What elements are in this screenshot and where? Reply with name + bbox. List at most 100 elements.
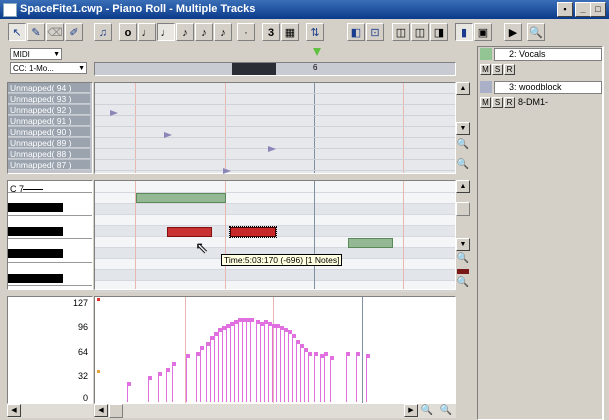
- solo-button[interactable]: S: [492, 97, 503, 108]
- minimize-button[interactable]: _: [575, 2, 591, 17]
- velocity-bar[interactable]: [222, 326, 223, 402]
- midi-note[interactable]: [167, 227, 212, 237]
- velocity-bar[interactable]: [256, 320, 257, 402]
- velocity-bar[interactable]: [346, 352, 347, 402]
- now-marker-icon[interactable]: [313, 48, 321, 56]
- left-hscrollbar[interactable]: ◀: [7, 404, 93, 418]
- solo-button[interactable]: S: [492, 64, 503, 75]
- hscrollbar[interactable]: ◀ ▶ 🔍 🔍: [94, 404, 456, 418]
- velocity-bar[interactable]: [196, 352, 197, 402]
- velocity-bar[interactable]: [250, 318, 251, 402]
- view-pane2-icon[interactable]: ◫: [411, 23, 429, 41]
- zoom-in-icon[interactable]: 🔍: [456, 158, 470, 172]
- velocity-bar[interactable]: [272, 324, 273, 402]
- velocity-bar[interactable]: [324, 352, 325, 402]
- velocity-bar[interactable]: [166, 368, 167, 402]
- velocity-bar[interactable]: [264, 320, 265, 402]
- velocity-bar[interactable]: [304, 348, 305, 402]
- select-tool-icon[interactable]: ↖: [8, 23, 26, 41]
- scroll-thumb[interactable]: [456, 202, 470, 216]
- scroll-up-icon[interactable]: ⊡: [366, 23, 384, 41]
- velocity-bar[interactable]: [284, 328, 285, 402]
- drum-hit[interactable]: [110, 110, 118, 116]
- draw-tool-icon[interactable]: ✎: [27, 23, 45, 41]
- audio-scrub-icon[interactable]: ♫: [94, 23, 112, 41]
- duration-sixteenth-button[interactable]: ♪: [195, 23, 213, 41]
- black-key[interactable]: [8, 203, 63, 212]
- velocity-bar[interactable]: [200, 346, 201, 402]
- zoom-icon[interactable]: 🔍: [527, 23, 545, 41]
- record-arm-button[interactable]: R: [504, 97, 515, 108]
- track-name-field[interactable]: 2: Vocals: [494, 48, 602, 61]
- velocity-bar[interactable]: [308, 352, 309, 402]
- black-key[interactable]: [8, 227, 63, 236]
- velocity-bar[interactable]: [300, 344, 301, 402]
- velocity-bar[interactable]: [296, 340, 297, 402]
- zoom-out-icon[interactable]: 🔍: [456, 252, 470, 266]
- velocity-bar[interactable]: [242, 318, 243, 402]
- black-key[interactable]: [8, 274, 63, 283]
- mute-button[interactable]: M: [480, 97, 491, 108]
- drum-scrollbar[interactable]: ▲ ▼ 🔍 🔍: [456, 82, 471, 174]
- velocity-bar[interactable]: [246, 318, 247, 402]
- record-arm-button[interactable]: R: [504, 64, 515, 75]
- velocity-bar[interactable]: [366, 354, 367, 402]
- snap-grid-icon[interactable]: ▦: [281, 23, 299, 41]
- track-sort-icon[interactable]: ⇅: [306, 23, 324, 41]
- zoom-slider[interactable]: [457, 269, 469, 274]
- zoom-in-icon[interactable]: 🔍: [456, 276, 470, 290]
- scroll-left-button[interactable]: ◀: [94, 404, 108, 417]
- view-pane1-icon[interactable]: ◫: [392, 23, 410, 41]
- velocity-bar[interactable]: [292, 334, 293, 402]
- hzoom-in-icon[interactable]: 🔍: [439, 404, 453, 418]
- scroll-up-button[interactable]: ▲: [456, 180, 470, 193]
- velocity-bar[interactable]: [288, 330, 289, 402]
- velocity-bar[interactable]: [268, 322, 269, 402]
- velocity-bar[interactable]: [356, 352, 357, 402]
- scroll-left-icon[interactable]: ◧: [347, 23, 365, 41]
- zoom-out-icon[interactable]: 🔍: [456, 138, 470, 152]
- velocity-bar[interactable]: [230, 322, 231, 402]
- drum-lane-label[interactable]: Unmapped( 87 ): [8, 160, 90, 170]
- track-color-swatch[interactable]: [480, 48, 492, 60]
- velocity-bar[interactable]: [186, 354, 187, 402]
- hzoom-out-icon[interactable]: 🔍: [420, 404, 434, 418]
- drum-lane-label[interactable]: Unmapped( 90 ): [8, 127, 90, 137]
- track-pane-icon[interactable]: ▮: [455, 23, 473, 41]
- midi-note-selected[interactable]: [229, 226, 277, 238]
- duration-quarter-button[interactable]: ♩: [157, 23, 175, 41]
- drum-lane-label[interactable]: Unmapped( 93 ): [8, 94, 90, 104]
- time-ruler[interactable]: 6: [94, 62, 456, 76]
- lock-icon[interactable]: ▪: [557, 2, 573, 17]
- drum-lane-label[interactable]: Unmapped( 88 ): [8, 149, 90, 159]
- erase-tool-icon[interactable]: ⌫: [46, 23, 64, 41]
- scroll-down-button[interactable]: ▼: [456, 238, 470, 251]
- cc-dropdown[interactable]: CC: 1-Mo... ▼: [10, 62, 87, 74]
- drum-lane-label[interactable]: Unmapped( 92 ): [8, 105, 90, 115]
- velocity-bar[interactable]: [158, 372, 159, 402]
- velocity-bar[interactable]: [234, 320, 235, 402]
- track-name-field[interactable]: 3: woodblock: [494, 81, 602, 94]
- hscroll-thumb[interactable]: [109, 404, 123, 418]
- velocity-bar[interactable]: [280, 326, 281, 402]
- dotted-button[interactable]: ·: [237, 23, 255, 41]
- track-pane-scrollbar[interactable]: [603, 46, 609, 420]
- duration-eighth-button[interactable]: ♪: [176, 23, 194, 41]
- velocity-bar[interactable]: [260, 322, 261, 402]
- drum-lane-label[interactable]: Unmapped( 89 ): [8, 138, 90, 148]
- play-icon[interactable]: ▶: [504, 23, 522, 41]
- drum-grid[interactable]: [94, 82, 456, 174]
- midi-note[interactable]: [136, 193, 226, 203]
- duration-whole-button[interactable]: o: [119, 23, 137, 41]
- midi-dropdown[interactable]: MIDI ▼: [10, 48, 62, 60]
- scroll-right-button[interactable]: ▶: [404, 404, 418, 417]
- mute-button[interactable]: M: [480, 64, 491, 75]
- velocity-bar[interactable]: [210, 336, 211, 402]
- velocity-bar[interactable]: [314, 352, 315, 402]
- loop-region[interactable]: [232, 63, 276, 75]
- velocity-bar[interactable]: [218, 328, 219, 402]
- velocity-bar[interactable]: [330, 356, 331, 402]
- midi-note[interactable]: [348, 238, 393, 248]
- track-list-icon[interactable]: ▣: [474, 23, 492, 41]
- view-pane3-icon[interactable]: ◨: [430, 23, 448, 41]
